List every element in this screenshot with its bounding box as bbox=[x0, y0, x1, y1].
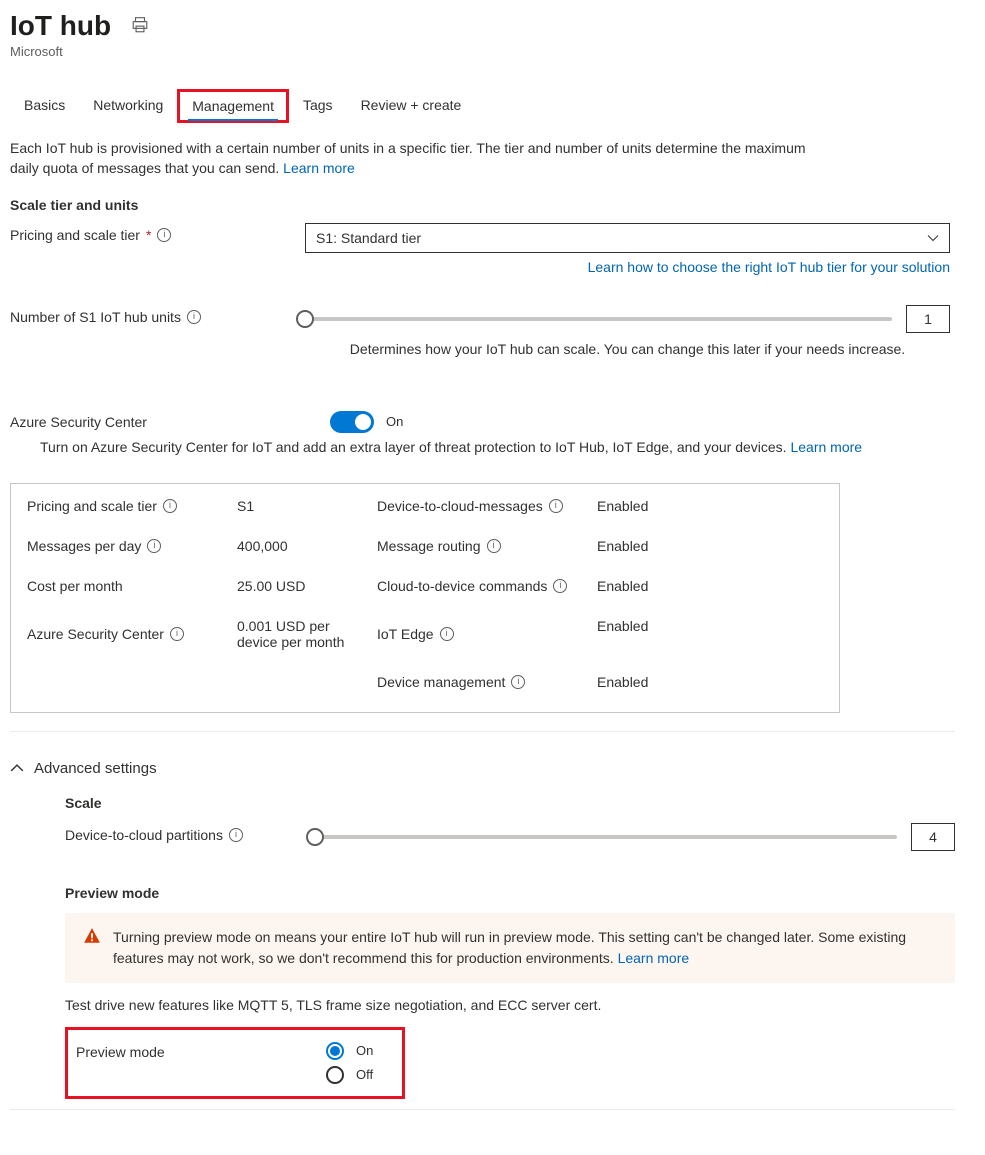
info-icon[interactable]: i bbox=[511, 675, 525, 689]
page-subtitle: Microsoft bbox=[10, 44, 975, 59]
tab-networking[interactable]: Networking bbox=[79, 89, 177, 123]
security-learn-more-link[interactable]: Learn more bbox=[790, 439, 862, 455]
preview-warning-box: Turning preview mode on means your entir… bbox=[65, 913, 955, 983]
summary-value: Enabled bbox=[597, 674, 717, 690]
warning-icon bbox=[83, 927, 101, 969]
info-icon[interactable]: i bbox=[147, 539, 161, 553]
summary-value: Enabled bbox=[597, 498, 717, 514]
units-value-box[interactable]: 1 bbox=[906, 305, 950, 333]
intro-learn-more-link[interactable]: Learn more bbox=[283, 160, 355, 176]
summary-value: Enabled bbox=[597, 618, 717, 650]
print-button[interactable] bbox=[129, 14, 151, 39]
info-icon[interactable]: i bbox=[163, 499, 177, 513]
summary-value: Enabled bbox=[597, 538, 717, 554]
security-desc: Turn on Azure Security Center for IoT an… bbox=[40, 439, 787, 455]
info-icon[interactable]: i bbox=[170, 627, 184, 641]
pricing-tier-label: Pricing and scale tier* i bbox=[10, 223, 305, 243]
tab-review-create[interactable]: Review + create bbox=[347, 89, 476, 123]
info-icon[interactable]: i bbox=[487, 539, 501, 553]
units-label: Number of S1 IoT hub units i bbox=[10, 305, 305, 325]
summary-box: Pricing and scale tieri S1 Device-to-clo… bbox=[10, 483, 840, 713]
chevron-up-icon bbox=[10, 761, 24, 775]
preview-mode-heading: Preview mode bbox=[65, 885, 955, 901]
summary-label: Cloud-to-device commandsi bbox=[377, 578, 587, 594]
slider-thumb[interactable] bbox=[296, 310, 314, 328]
preview-radio-on-row[interactable]: On bbox=[326, 1042, 373, 1060]
summary-label: Messages per dayi bbox=[27, 538, 227, 554]
preview-radio-off-row[interactable]: Off bbox=[326, 1066, 373, 1084]
info-icon[interactable]: i bbox=[549, 499, 563, 513]
info-icon[interactable]: i bbox=[187, 310, 201, 324]
summary-value: S1 bbox=[237, 498, 367, 514]
summary-label: Device managementi bbox=[377, 674, 587, 690]
summary-label: Azure Security Centeri bbox=[27, 618, 227, 650]
radio-on[interactable] bbox=[326, 1042, 344, 1060]
partitions-label: Device-to-cloud partitions i bbox=[65, 823, 315, 843]
advanced-settings-toggle[interactable]: Advanced settings bbox=[10, 760, 975, 777]
tab-basics[interactable]: Basics bbox=[10, 89, 79, 123]
partitions-slider[interactable]: 4 bbox=[315, 823, 955, 851]
summary-value: 25.00 USD bbox=[237, 578, 367, 594]
summary-label: Cost per month bbox=[27, 578, 227, 594]
security-toggle[interactable] bbox=[330, 411, 374, 433]
radio-on-label: On bbox=[356, 1043, 373, 1058]
preview-warning-learn-more-link[interactable]: Learn more bbox=[618, 950, 690, 966]
scale-heading: Scale tier and units bbox=[10, 197, 975, 213]
security-label: Azure Security Center bbox=[10, 414, 330, 430]
info-icon[interactable]: i bbox=[157, 228, 171, 242]
preview-mode-label: Preview mode bbox=[76, 1042, 326, 1060]
toggle-knob bbox=[355, 414, 371, 430]
chevron-down-icon bbox=[927, 232, 939, 244]
slider-track[interactable] bbox=[305, 317, 892, 321]
summary-label: Message routingi bbox=[377, 538, 587, 554]
tier-help-link[interactable]: Learn how to choose the right IoT hub ti… bbox=[588, 259, 950, 275]
intro-body: Each IoT hub is provisioned with a certa… bbox=[10, 140, 806, 176]
units-slider[interactable]: 1 bbox=[305, 305, 950, 333]
radio-off[interactable] bbox=[326, 1066, 344, 1084]
tab-tags[interactable]: Tags bbox=[289, 89, 347, 123]
summary-value: 0.001 USD per device per month bbox=[237, 618, 367, 650]
pricing-tier-value: S1: Standard tier bbox=[316, 230, 421, 246]
info-icon[interactable]: i bbox=[229, 828, 243, 842]
summary-label: IoT Edgei bbox=[377, 618, 587, 650]
summary-label: Device-to-cloud-messagesi bbox=[377, 498, 587, 514]
advanced-settings-title: Advanced settings bbox=[34, 760, 157, 777]
slider-track[interactable] bbox=[315, 835, 897, 839]
preview-warning-text: Turning preview mode on means your entir… bbox=[113, 929, 906, 966]
print-icon bbox=[131, 16, 149, 34]
adv-scale-heading: Scale bbox=[65, 795, 955, 811]
radio-off-label: Off bbox=[356, 1067, 373, 1082]
slider-thumb[interactable] bbox=[306, 828, 324, 846]
info-icon[interactable]: i bbox=[440, 627, 454, 641]
units-help: Determines how your IoT hub can scale. Y… bbox=[305, 341, 950, 357]
intro-text: Each IoT hub is provisioned with a certa… bbox=[10, 138, 830, 179]
summary-value: 400,000 bbox=[237, 538, 367, 554]
page-title: IoT hub bbox=[10, 10, 111, 42]
tab-bar: Basics Networking Management Tags Review… bbox=[10, 89, 975, 124]
security-toggle-state: On bbox=[386, 414, 403, 429]
pricing-tier-dropdown[interactable]: S1: Standard tier bbox=[305, 223, 950, 253]
summary-label: Pricing and scale tieri bbox=[27, 498, 227, 514]
preview-desc: Test drive new features like MQTT 5, TLS… bbox=[65, 997, 955, 1013]
tab-management[interactable]: Management bbox=[177, 89, 289, 123]
partitions-value-box[interactable]: 4 bbox=[911, 823, 955, 851]
info-icon[interactable]: i bbox=[553, 579, 567, 593]
summary-value: Enabled bbox=[597, 578, 717, 594]
